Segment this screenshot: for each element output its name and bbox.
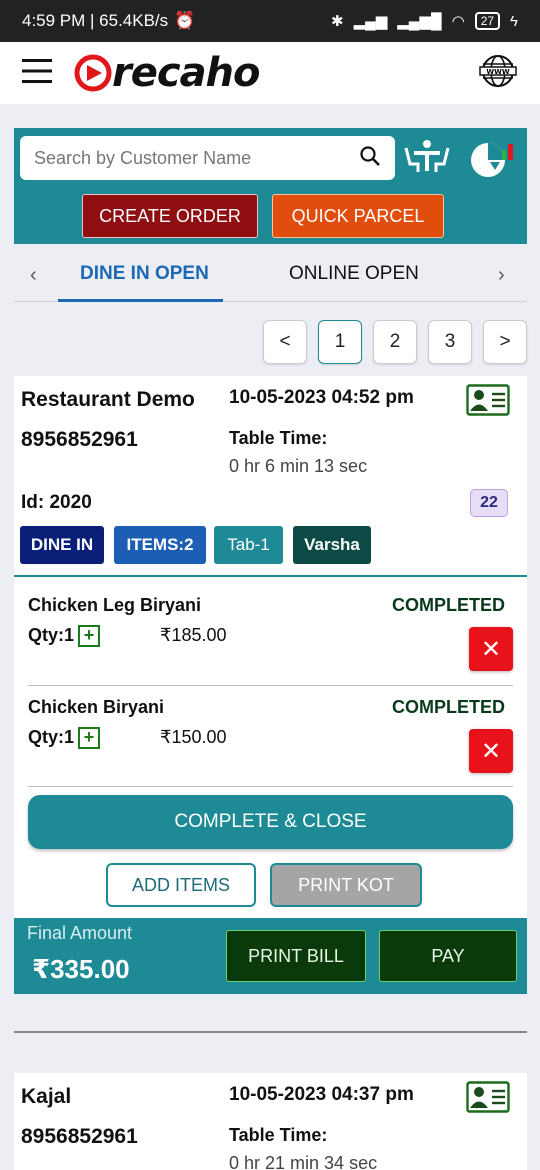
item-status: COMPLETED bbox=[392, 595, 506, 615]
search-icon[interactable] bbox=[359, 145, 381, 172]
item-divider bbox=[28, 786, 513, 787]
table-time-label: Table Time: bbox=[229, 428, 328, 448]
page-2-button[interactable]: 2 bbox=[373, 320, 417, 364]
status-icons: ✱ ▂▄▆ ▂▄▆█ ◠ 27 ϟ bbox=[331, 12, 518, 30]
chip-waiter: Varsha bbox=[293, 526, 371, 564]
order-card[interactable]: Kajal 10-05-2023 04:37 pm 8956852961 Tab… bbox=[14, 1073, 527, 1170]
item-price: ₹150.00 bbox=[160, 727, 227, 747]
add-qty-plus-icon[interactable]: + bbox=[78, 727, 100, 749]
dining-table-icon[interactable] bbox=[404, 138, 450, 183]
website-globe-icon[interactable]: WWW bbox=[478, 54, 518, 93]
print-kot-button[interactable]: PRINT KOT bbox=[270, 863, 422, 907]
customer-name: Kajal bbox=[21, 1085, 72, 1108]
quick-parcel-button[interactable]: QUICK PARCEL bbox=[272, 194, 444, 238]
order-items-panel: Chicken Leg Biryani COMPLETED Qty:1 + ₹1… bbox=[14, 575, 527, 920]
chip-table: Tab-1 bbox=[214, 526, 283, 564]
item-name: Chicken Biryani bbox=[28, 697, 165, 717]
customer-contact-icon[interactable] bbox=[466, 1081, 510, 1118]
signal-icon-2: ▂▄▆█ bbox=[397, 13, 442, 30]
order-datetime: 10-05-2023 04:37 pm bbox=[229, 1084, 414, 1105]
order-tabs: ‹ DINE IN OPEN ONLINE OPEN › bbox=[14, 250, 527, 302]
reports-chart-icon[interactable] bbox=[466, 136, 516, 183]
final-amount-label: Final Amount bbox=[27, 923, 133, 943]
order-footer: Final Amount ₹335.00 PRINT BILL PAY bbox=[14, 918, 527, 994]
customer-phone: 8956852961 bbox=[21, 1125, 138, 1148]
customer-contact-icon[interactable] bbox=[466, 384, 510, 421]
pay-button[interactable]: PAY bbox=[379, 930, 517, 982]
alarm-icon: ⏰ bbox=[174, 11, 196, 30]
wifi-icon: ◠ bbox=[451, 13, 465, 30]
table-time-value: 0 hr 21 min 34 sec bbox=[229, 1153, 378, 1170]
active-tab-indicator bbox=[58, 299, 223, 302]
customer-phone: 8956852961 bbox=[21, 428, 138, 451]
complete-close-button[interactable]: COMPLETE & CLOSE bbox=[28, 795, 513, 849]
order-separator bbox=[14, 1031, 527, 1033]
item-name: Chicken Leg Biryani bbox=[28, 595, 202, 615]
charging-icon: ϟ bbox=[510, 12, 518, 30]
search-input[interactable]: Search by Customer Name bbox=[20, 136, 395, 180]
signal-icon: ▂▄▆ bbox=[353, 13, 388, 30]
order-card[interactable]: Restaurant Demo 10-05-2023 04:52 pm 8956… bbox=[14, 376, 527, 575]
search-placeholder: Search by Customer Name bbox=[34, 147, 252, 168]
chip-order-type: DINE IN bbox=[20, 526, 104, 564]
brand-logo: recaho bbox=[74, 50, 261, 96]
item-status: COMPLETED bbox=[392, 697, 506, 717]
page-next-button[interactable]: > bbox=[483, 320, 527, 364]
tab-dine-in-open[interactable]: DINE IN OPEN bbox=[80, 263, 209, 285]
chip-item-count: ITEMS:2 bbox=[114, 526, 206, 564]
order-datetime: 10-05-2023 04:52 pm bbox=[229, 387, 414, 408]
add-qty-plus-icon[interactable]: + bbox=[78, 625, 100, 647]
item-qty: Qty:1 bbox=[28, 625, 75, 645]
add-items-button[interactable]: ADD ITEMS bbox=[106, 863, 256, 907]
bluetooth-icon: ✱ bbox=[330, 13, 344, 30]
app-bar: recaho WWW bbox=[0, 42, 540, 104]
table-time-value: 0 hr 6 min 13 sec bbox=[229, 456, 368, 476]
page-1-button[interactable]: 1 bbox=[318, 320, 362, 364]
tab-online-open[interactable]: ONLINE OPEN bbox=[289, 263, 419, 285]
logo-mark-icon bbox=[74, 54, 112, 92]
tab-prev-arrow[interactable]: ‹ bbox=[30, 264, 37, 287]
customer-name: Restaurant Demo bbox=[21, 388, 195, 411]
item-divider bbox=[28, 685, 513, 686]
page-prev-button[interactable]: < bbox=[263, 320, 307, 364]
print-bill-button[interactable]: PRINT BILL bbox=[226, 930, 366, 982]
brand-name: recaho bbox=[112, 50, 261, 96]
svg-text:WWW: WWW bbox=[486, 68, 509, 76]
item-price: ₹185.00 bbox=[160, 625, 227, 645]
final-amount-value: ₹335.00 bbox=[32, 954, 130, 984]
remove-item-button[interactable]: ✕ bbox=[469, 729, 513, 773]
remove-item-button[interactable]: ✕ bbox=[469, 627, 513, 671]
item-qty: Qty:1 bbox=[28, 727, 75, 747]
order-actions-panel: Search by Customer Name CREATE ORDER QUI… bbox=[14, 128, 527, 244]
page-3-button[interactable]: 3 bbox=[428, 320, 472, 364]
table-time-label: Table Time: bbox=[229, 1125, 328, 1145]
menu-icon[interactable] bbox=[22, 58, 52, 89]
tab-next-arrow[interactable]: › bbox=[498, 264, 505, 287]
status-bar: 4:59 PM | 65.4KB/s ⏰ ✱ ▂▄▆ ▂▄▆█ ◠ 27 ϟ bbox=[0, 0, 540, 42]
status-time: 4:59 PM | 65.4KB/s bbox=[22, 11, 169, 30]
order-count-badge: 22 bbox=[470, 489, 508, 517]
order-id: Id: 2020 bbox=[21, 492, 92, 513]
create-order-button[interactable]: CREATE ORDER bbox=[82, 194, 258, 238]
battery-icon: 27 bbox=[474, 12, 501, 30]
